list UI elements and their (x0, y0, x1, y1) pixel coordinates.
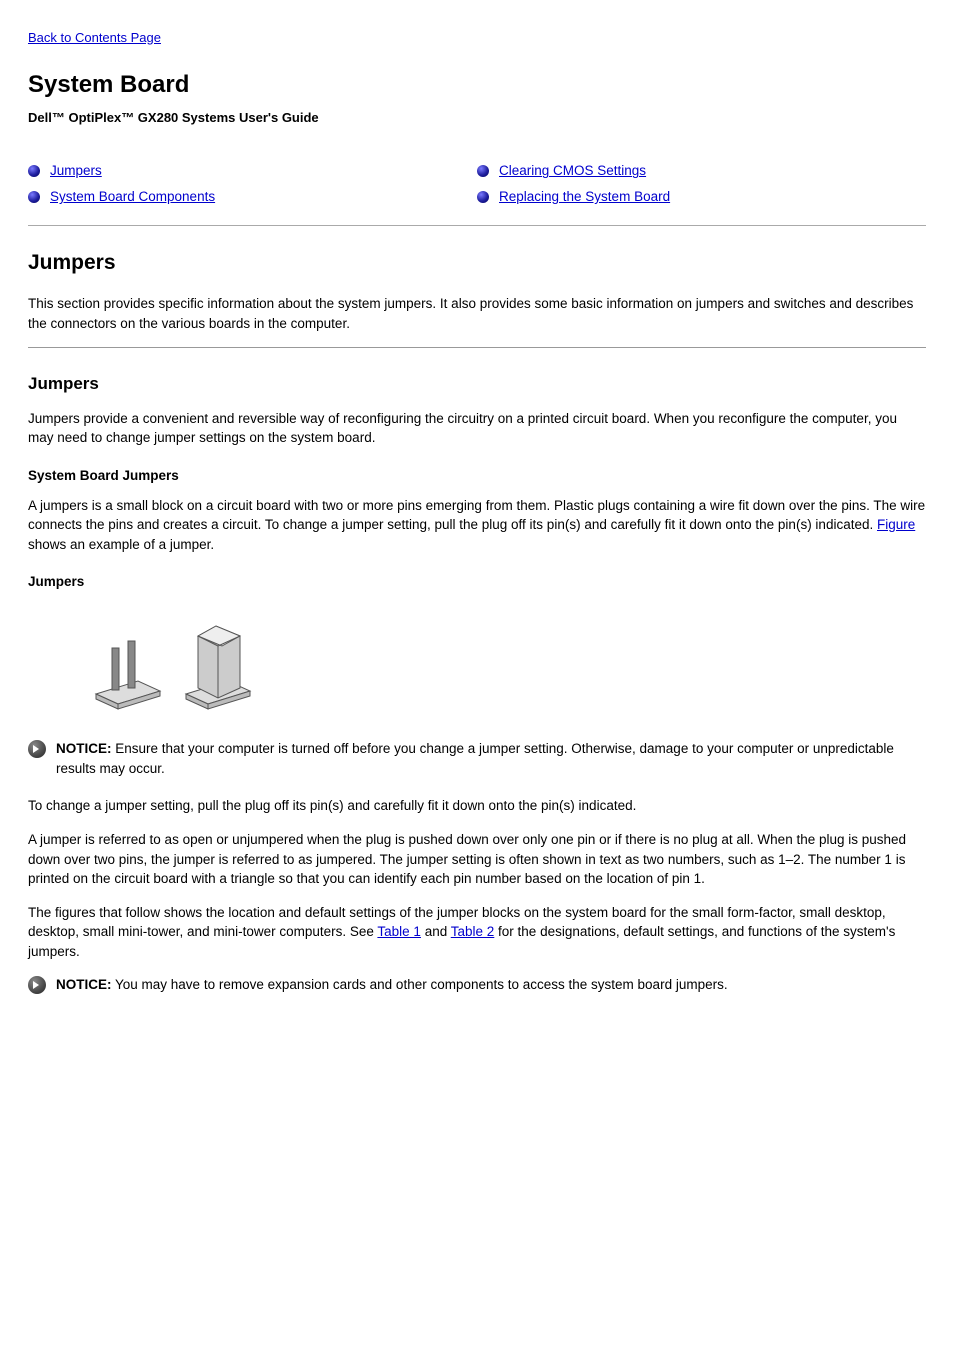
toc-link-cmos[interactable]: Clearing CMOS Settings (499, 161, 646, 181)
paragraph: A jumpers is a small block on a circuit … (28, 496, 926, 555)
paragraph: To change a jumper setting, pull the plu… (28, 796, 926, 816)
bullet-icon (28, 165, 40, 177)
subsubsection-heading: System Board Jumpers (28, 466, 926, 486)
text: and (421, 924, 451, 939)
toc-column-right: Clearing CMOS Settings Replacing the Sys… (477, 155, 926, 212)
page-title: System Board (28, 68, 926, 103)
section-heading-jumpers: Jumpers (28, 248, 926, 278)
bullet-icon (28, 191, 40, 203)
toc-item: System Board Components (28, 187, 477, 207)
jumper-figure (68, 606, 926, 722)
toc-column-left: Jumpers System Board Components (28, 155, 477, 212)
bullet-icon (477, 191, 489, 203)
notice-arrow-icon (28, 740, 46, 758)
table-link-2[interactable]: Table 2 (451, 924, 495, 939)
table-link-1[interactable]: Table 1 (377, 924, 421, 939)
toc-item: Replacing the System Board (477, 187, 926, 207)
notice: NOTICE: You may have to remove expansion… (28, 975, 926, 995)
toc-item: Clearing CMOS Settings (477, 161, 926, 181)
subsection-heading-jumpers: Jumpers (28, 372, 926, 397)
text: Ensure that your computer is turned off … (56, 741, 894, 776)
paragraph: A jumper is referred to as open or unjum… (28, 830, 926, 889)
toc-item: Jumpers (28, 161, 477, 181)
paragraph: The figures that follow shows the locati… (28, 903, 926, 962)
toc-link-replace[interactable]: Replacing the System Board (499, 187, 670, 207)
paragraph: This section provides specific informati… (28, 294, 926, 333)
notice-label: NOTICE: (56, 977, 112, 992)
divider (28, 225, 926, 226)
page-subtitle: Dell™ OptiPlex™ GX280 Systems User's Gui… (28, 109, 926, 128)
paragraph: Jumpers provide a convenient and reversi… (28, 409, 926, 448)
notice: NOTICE: Ensure that your computer is tur… (28, 739, 926, 778)
text: A jumpers is a small block on a circuit … (28, 498, 925, 533)
text: shows an example of a jumper. (28, 537, 214, 552)
divider (28, 347, 926, 348)
notice-text: NOTICE: You may have to remove expansion… (56, 975, 926, 995)
text: You may have to remove expansion cards a… (112, 977, 728, 992)
figure-link[interactable]: Figure (877, 517, 915, 532)
toc-link-jumpers[interactable]: Jumpers (50, 161, 102, 181)
toc-link-components[interactable]: System Board Components (50, 187, 215, 207)
jumper-illustration-icon (68, 606, 258, 716)
notice-arrow-icon (28, 976, 46, 994)
notice-label: NOTICE: (56, 741, 112, 756)
figure-caption: Jumpers (28, 572, 926, 592)
table-of-contents: Jumpers System Board Components Clearing… (28, 155, 926, 212)
notice-text: NOTICE: Ensure that your computer is tur… (56, 739, 926, 778)
bullet-icon (477, 165, 489, 177)
back-to-contents-link[interactable]: Back to Contents Page (28, 30, 161, 45)
